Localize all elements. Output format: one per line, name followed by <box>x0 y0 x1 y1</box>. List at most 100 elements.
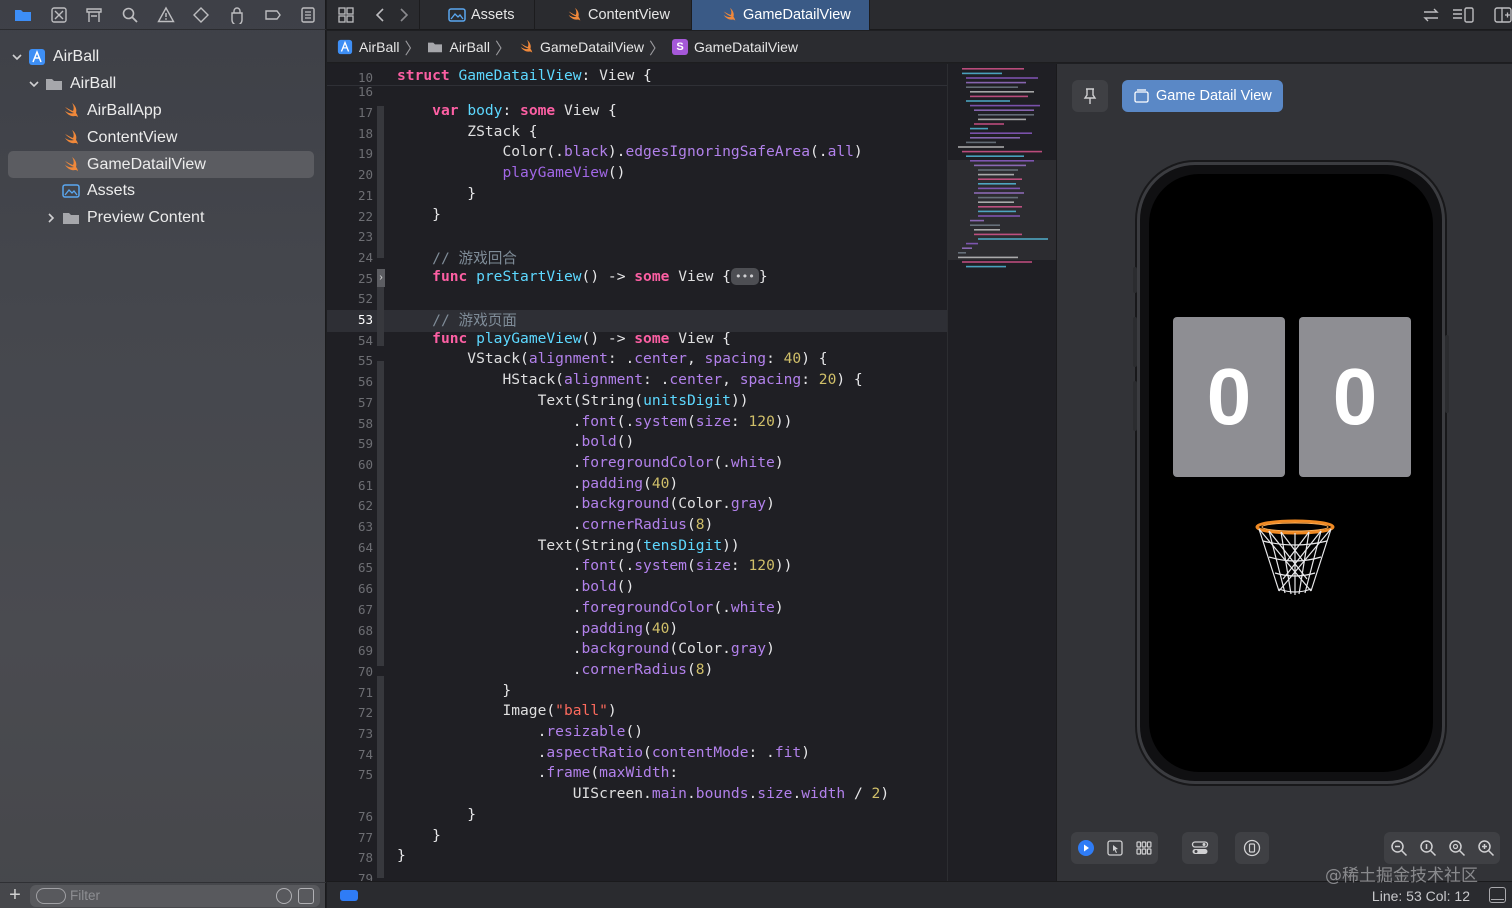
code-line[interactable]: } <box>397 682 511 699</box>
breadcrumb-project[interactable]: AirBall <box>337 39 399 55</box>
code-line[interactable]: .padding(40) <box>397 475 678 492</box>
tree-item-project[interactable]: AirBall <box>0 44 326 71</box>
code-line[interactable]: var body: some View { <box>397 102 617 119</box>
code-line[interactable]: ZStack { <box>397 123 537 140</box>
source-editor[interactable]: 10 16 17 18 19 20 21 22 23 24 25 52 53 54 55 56 57 58 59 60… <box>327 64 947 881</box>
tab-contentview[interactable]: ContentView <box>535 0 692 30</box>
preview-selector-button[interactable]: Game Datail View <box>1122 80 1283 112</box>
code-line[interactable]: .font(.system(size: 120)) <box>397 557 793 574</box>
breadcrumb-folder[interactable]: AirBall <box>427 39 490 55</box>
source-control-icon[interactable] <box>41 0 77 30</box>
report-icon[interactable] <box>290 0 326 30</box>
swap-icon[interactable] <box>1422 6 1440 24</box>
symbol-icon[interactable] <box>76 0 112 30</box>
selectable-button[interactable] <box>1100 832 1129 864</box>
zoom-100-button[interactable] <box>1413 832 1442 864</box>
code-line[interactable]: .padding(40) <box>397 620 678 637</box>
code-line[interactable]: .aspectRatio(contentMode: .fit) <box>397 744 810 761</box>
code-line[interactable]: .background(Color.gray) <box>397 495 775 512</box>
code-line[interactable]: func preStartView() -> some View {•••} <box>397 267 768 285</box>
source-control-filter-icon[interactable] <box>298 887 314 904</box>
chevron-down-icon[interactable] <box>28 78 40 90</box>
code-line[interactable]: } <box>397 206 441 223</box>
code-line[interactable]: // 游戏页面 <box>397 309 517 330</box>
search-icon[interactable] <box>112 0 148 30</box>
tree-item-preview-content[interactable]: Preview Content <box>0 205 326 232</box>
chevron-down-icon[interactable] <box>11 51 23 63</box>
code-line[interactable]: .background(Color.gray) <box>397 640 775 657</box>
code-line[interactable]: .font(.system(size: 120)) <box>397 413 793 430</box>
code-line[interactable]: Color(.black).edgesIgnoringSafeArea(.all… <box>397 143 862 160</box>
code-line[interactable]: playGameView() <box>397 164 625 181</box>
code-line[interactable]: .foregroundColor(.white) <box>397 599 784 616</box>
fold-segment[interactable] <box>377 676 384 878</box>
fold-toggle-icon[interactable]: › <box>377 269 385 287</box>
code-line[interactable]: struct GameDatailView: View { <box>397 67 652 84</box>
code-line[interactable]: .resizable() <box>397 723 643 740</box>
add-editor-icon[interactable] <box>1494 6 1512 24</box>
code-line[interactable]: } <box>397 185 476 202</box>
code-line[interactable]: .bold() <box>397 433 635 450</box>
device-settings-button[interactable] <box>1182 832 1218 864</box>
breakpoint-icon[interactable] <box>255 0 291 30</box>
code-line[interactable]: .frame(maxWidth: <box>397 764 679 781</box>
zoom-in-button[interactable] <box>1471 832 1500 864</box>
chevron-left-icon[interactable] <box>371 6 389 24</box>
zoom-out-icon <box>1390 840 1407 857</box>
filter-options-icon[interactable] <box>36 887 66 904</box>
editor-options-icon[interactable] <box>1452 6 1474 24</box>
tree-item-airballapp[interactable]: AirBallApp <box>0 98 326 125</box>
project-navigator: AirBall AirBall AirBallApp ContentView G… <box>0 0 326 908</box>
chevron-right-icon[interactable] <box>395 6 413 24</box>
code-line[interactable]: Text(String(tensDigit)) <box>397 537 740 554</box>
filter-input[interactable] <box>70 886 270 905</box>
minimap[interactable] <box>947 64 1056 881</box>
add-button[interactable]: + <box>0 883 30 908</box>
code-line[interactable]: .cornerRadius(8) <box>397 661 714 678</box>
related-items-icon[interactable] <box>337 6 355 24</box>
code-line[interactable]: HStack(alignment: .center, spacing: 20) … <box>397 371 862 388</box>
tree-item-assets[interactable]: Assets <box>0 178 326 205</box>
recent-files-icon[interactable] <box>276 887 292 904</box>
folder-icon[interactable] <box>5 0 41 30</box>
tree-item-gamedatailview[interactable]: GameDatailView <box>8 151 314 178</box>
fold-segment[interactable] <box>377 106 384 258</box>
minimap-line <box>970 104 1040 107</box>
minimap-line <box>970 95 1028 98</box>
debug-icon[interactable] <box>219 0 255 30</box>
code-line[interactable]: VStack(alignment: .center, spacing: 40) … <box>397 350 827 367</box>
breadcrumb-file[interactable]: GameDatailView <box>518 39 644 55</box>
zoom-fit-button[interactable] <box>1442 832 1471 864</box>
device-screen[interactable]: 0 0 <box>1149 174 1433 772</box>
issue-icon[interactable] <box>148 0 184 30</box>
code-line[interactable]: func playGameView() -> some View { <box>397 330 731 347</box>
minimap-line <box>978 215 1020 217</box>
tab-assets[interactable]: Assets <box>419 0 535 30</box>
code-line[interactable]: Text(String(unitsDigit)) <box>397 392 749 409</box>
live-preview-button[interactable] <box>1071 832 1100 864</box>
panel-toggle-icon[interactable] <box>1489 887 1506 903</box>
minimap-line <box>958 256 1018 259</box>
zoom-out-button[interactable] <box>1384 832 1413 864</box>
code-line[interactable]: } <box>397 827 441 844</box>
chevron-right-icon[interactable] <box>45 212 57 224</box>
code-line[interactable]: UIScreen.main.bounds.size.width / 2) <box>397 785 889 802</box>
code-line[interactable]: .foregroundColor(.white) <box>397 454 784 471</box>
tree-item-contentview[interactable]: ContentView <box>0 124 326 151</box>
code-line[interactable]: Image("ball") <box>397 702 616 719</box>
code-line[interactable]: .cornerRadius(8) <box>397 516 714 533</box>
code-line[interactable]: .bold() <box>397 578 635 595</box>
code-line[interactable]: // 游戏回合 <box>397 247 517 268</box>
breadcrumb-symbol[interactable]: S GameDatailView <box>672 38 798 55</box>
code-line[interactable]: } <box>397 847 406 864</box>
tab-gamedatailview[interactable]: GameDatailView <box>692 0 870 30</box>
variants-button[interactable] <box>1129 832 1158 864</box>
code-text[interactable]: struct GameDatailView: View { var body: … <box>397 64 947 881</box>
debug-area-indicator[interactable] <box>340 890 358 901</box>
pin-preview-button[interactable] <box>1072 80 1108 112</box>
code-line[interactable]: } <box>397 806 476 823</box>
tree-item-folder-airball[interactable]: AirBall <box>0 71 326 98</box>
fold-segment[interactable] <box>377 361 384 666</box>
orientation-button[interactable] <box>1235 832 1269 864</box>
test-icon[interactable] <box>183 0 219 30</box>
